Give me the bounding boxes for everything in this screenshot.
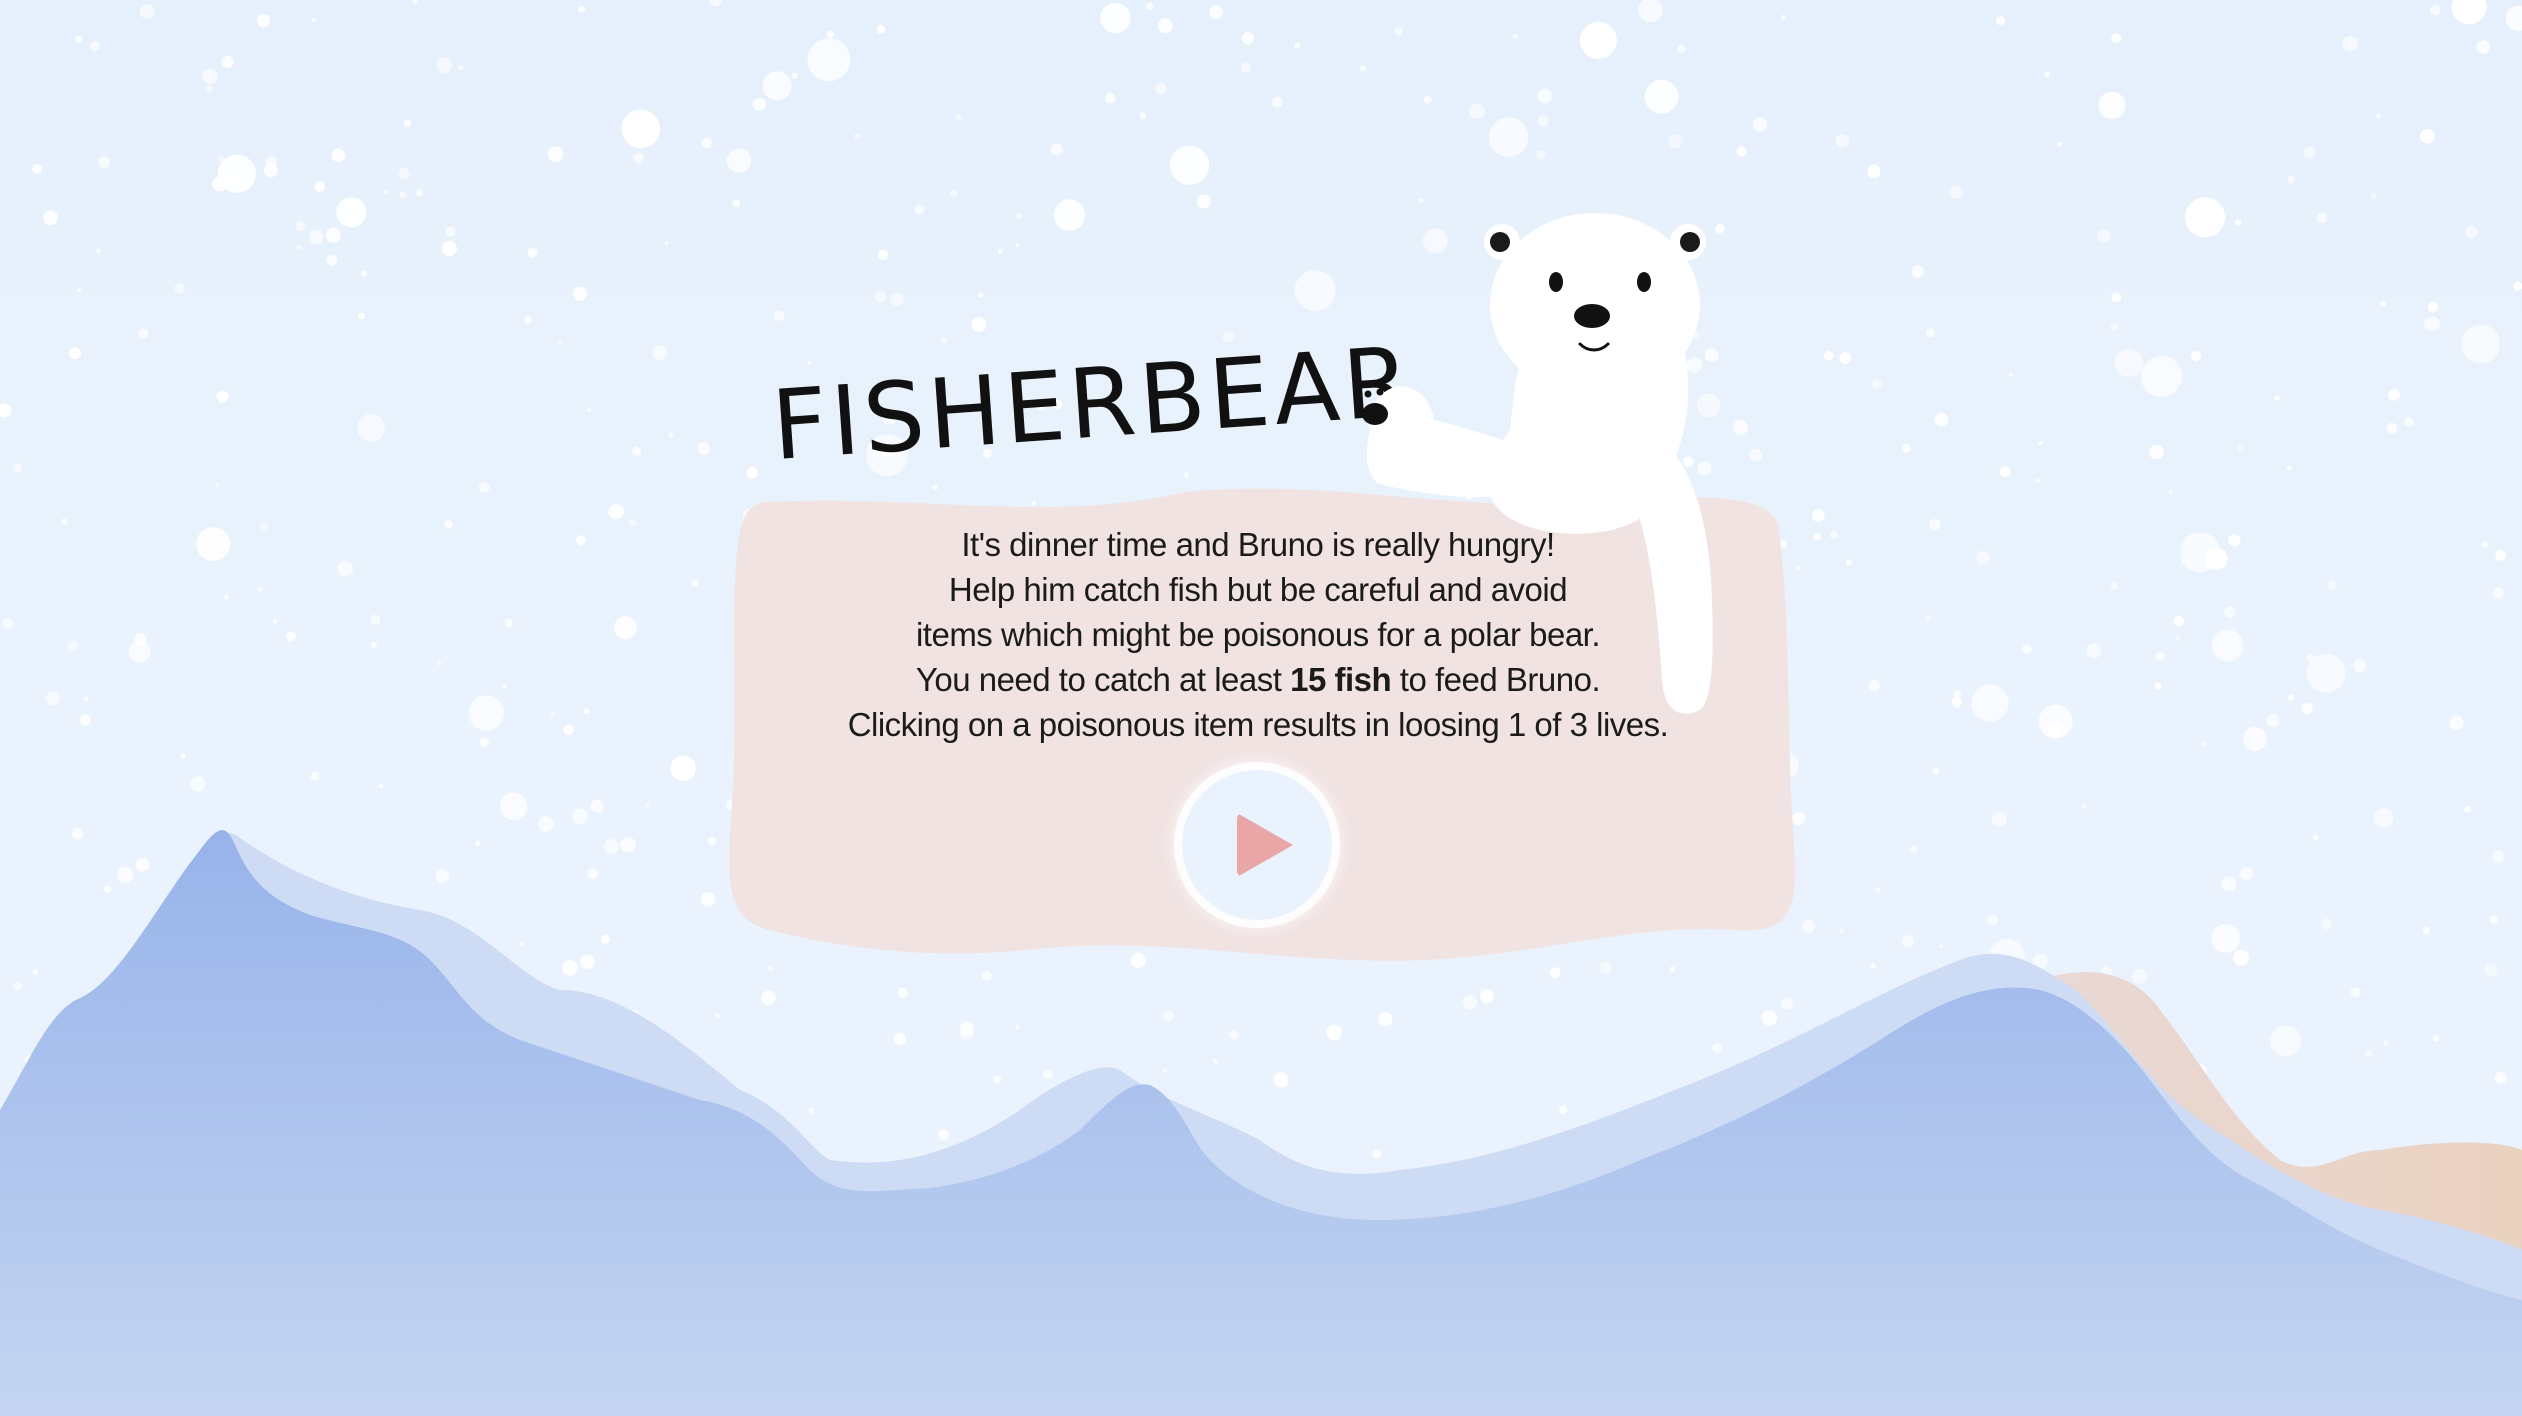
game-scene: FISHERBEAR It's dinner time and Bruno is… <box>0 0 2522 1416</box>
polar-bear-character <box>1354 213 1713 714</box>
bear-paw-pad <box>1362 403 1388 425</box>
bear-paw-toe <box>1354 398 1362 406</box>
bear-left-ear-inner <box>1490 232 1510 252</box>
bear-right-ear-inner <box>1680 232 1700 252</box>
bear-right-eye <box>1637 272 1651 292</box>
bear-paw-toe <box>1376 388 1384 396</box>
bear-nose <box>1574 304 1610 328</box>
goal-text-before: You need to catch at least <box>915 661 1291 698</box>
bear-left-eye <box>1549 272 1563 292</box>
bear-waving-arm <box>1366 386 1518 498</box>
play-icon <box>1237 813 1293 877</box>
bear-paw-toe <box>1364 390 1372 398</box>
play-button[interactable] <box>1182 770 1332 920</box>
